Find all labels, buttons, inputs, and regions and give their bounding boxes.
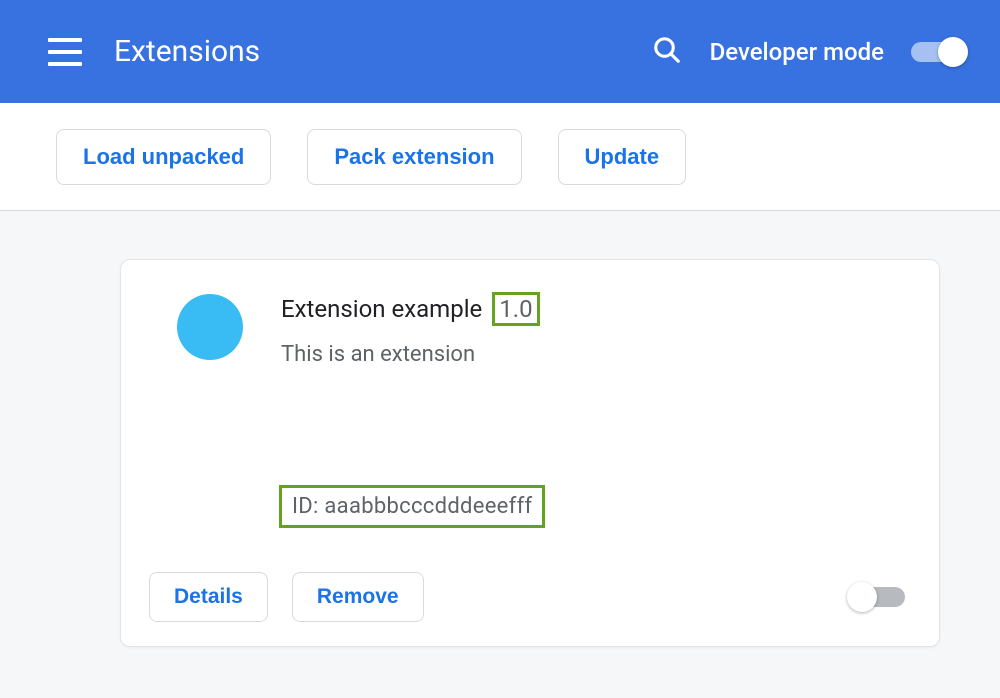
developer-toolbar: Load unpacked Pack extension Update xyxy=(0,103,1000,211)
extension-icon xyxy=(177,294,243,360)
developer-mode-toggle[interactable] xyxy=(910,37,968,67)
page-title: Extensions xyxy=(114,34,652,69)
extension-version: 1.0 xyxy=(492,292,539,326)
content-area: Extension example 1.0 This is an extensi… xyxy=(0,211,1000,698)
app-header: Extensions Developer mode xyxy=(0,0,1000,103)
remove-button[interactable]: Remove xyxy=(292,572,424,622)
developer-mode-label: Developer mode xyxy=(710,38,884,66)
extension-description: This is an extension xyxy=(281,342,540,367)
menu-icon[interactable] xyxy=(48,38,82,66)
pack-extension-button[interactable]: Pack extension xyxy=(307,129,521,185)
extension-id: ID: aaabbbcccdddeeefff xyxy=(279,485,545,528)
load-unpacked-button[interactable]: Load unpacked xyxy=(56,129,271,185)
search-icon[interactable] xyxy=(652,35,682,69)
details-button[interactable]: Details xyxy=(149,572,268,622)
extension-card: Extension example 1.0 This is an extensi… xyxy=(120,259,940,647)
update-button[interactable]: Update xyxy=(558,129,687,185)
extension-enable-toggle[interactable] xyxy=(847,582,905,612)
extension-name: Extension example xyxy=(281,295,482,323)
